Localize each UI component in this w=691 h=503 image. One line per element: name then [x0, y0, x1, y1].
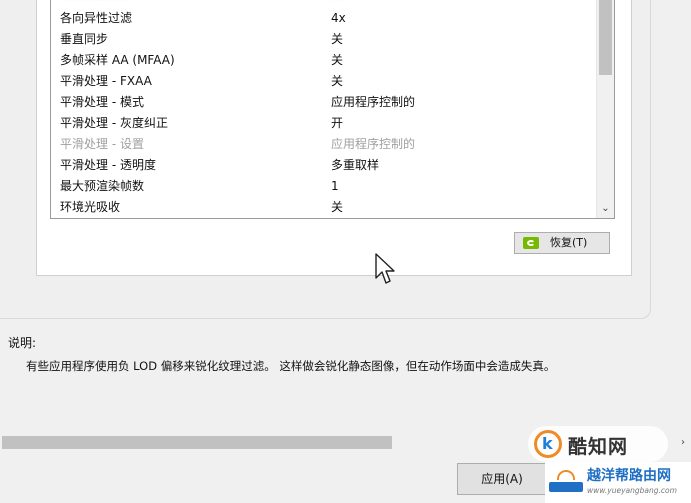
- list-item[interactable]: 垂直同步 关: [51, 29, 591, 50]
- list-item[interactable]: 平滑处理 - 透明度 多重取样: [51, 155, 591, 176]
- setting-name: 平滑处理 - 灰度纠正: [60, 116, 168, 130]
- scrollbar-thumb[interactable]: [599, 0, 612, 75]
- setting-value: 4x: [331, 11, 346, 25]
- restore-button[interactable]: 恢复(T): [514, 232, 610, 254]
- setting-value: 多重取样: [331, 158, 380, 172]
- description-text: 有些应用程序使用负 LOD 偏移来锐化纹理过滤。 这样做会锐化静态图像，但在动作…: [26, 359, 556, 373]
- setting-value: 1: [331, 179, 339, 193]
- list-item[interactable]: 平滑处理 - 灰度纠正 开: [51, 113, 591, 134]
- setting-name: 垂直同步: [60, 32, 109, 46]
- setting-name: 最大预渲染帧数: [60, 179, 145, 193]
- settings-panel: ▬▬▬▬▬▬ ▬ 各向异性过滤 4x 垂直同步 关 多帧采样 AA (MFAA)…: [0, 0, 651, 319]
- apply-button[interactable]: 应用(A): [457, 463, 547, 495]
- watermark-site-name: 越洋帮路由网: [587, 468, 671, 484]
- list-item[interactable]: 平滑处理 - 模式 应用程序控制的: [51, 92, 591, 113]
- chevron-down-icon[interactable]: ⌄: [597, 202, 614, 216]
- setting-name: 多帧采样 AA (MFAA): [60, 53, 175, 67]
- description-label: 说明:: [8, 336, 37, 350]
- list-item[interactable]: 多帧采样 AA (MFAA) 关: [51, 50, 591, 71]
- list-item-disabled: 平滑处理 - 设置 应用程序控制的: [51, 134, 591, 155]
- setting-value: 关: [331, 32, 344, 46]
- setting-name: 各向异性过滤: [60, 11, 133, 25]
- mouse-cursor-icon: [375, 253, 395, 284]
- chevron-right-icon[interactable]: ›: [681, 434, 685, 451]
- setting-name: 环境光吸收: [60, 200, 121, 214]
- setting-value: 关: [331, 53, 344, 67]
- restore-button-label: 恢复(T): [550, 236, 588, 249]
- watermark-logo: k 酷知网: [528, 426, 668, 462]
- setting-value: 应用程序控制的: [331, 137, 416, 151]
- list-item[interactable]: 最大预渲染帧数 1: [51, 176, 591, 197]
- watermark-banner: 越洋帮路由网 www.yueyangbang.com: [545, 462, 691, 503]
- list-item[interactable]: 环境光吸收 关: [51, 197, 591, 218]
- list-item[interactable]: 各向异性过滤 4x: [51, 8, 591, 29]
- settings-list[interactable]: ▬▬▬▬▬▬ ▬ 各向异性过滤 4x 垂直同步 关 多帧采样 AA (MFAA)…: [50, 0, 615, 219]
- vertical-scrollbar[interactable]: ⌄: [596, 0, 614, 218]
- watermark-text: 酷知网: [568, 436, 629, 458]
- setting-name: 平滑处理 - 透明度: [60, 158, 156, 172]
- scrollbar-thumb[interactable]: [2, 436, 392, 449]
- setting-name: 平滑处理 - FXAA: [60, 74, 152, 88]
- setting-name: 平滑处理 - 模式: [60, 95, 144, 109]
- router-icon: [549, 470, 583, 494]
- setting-value: 应用程序控制的: [331, 95, 416, 109]
- watermark-k-icon: k: [534, 430, 562, 458]
- list-item-partial[interactable]: ▬▬▬▬▬▬ ▬: [51, 0, 591, 8]
- list-item[interactable]: 平滑处理 - FXAA 关: [51, 71, 591, 92]
- setting-value: 关: [331, 74, 344, 88]
- setting-name: 平滑处理 - 设置: [60, 137, 144, 151]
- setting-value: 关: [331, 200, 344, 214]
- nvidia-logo-icon: [523, 237, 539, 249]
- watermark-site-url: www.yueyangbang.com: [587, 486, 677, 495]
- setting-value: 开: [331, 116, 344, 130]
